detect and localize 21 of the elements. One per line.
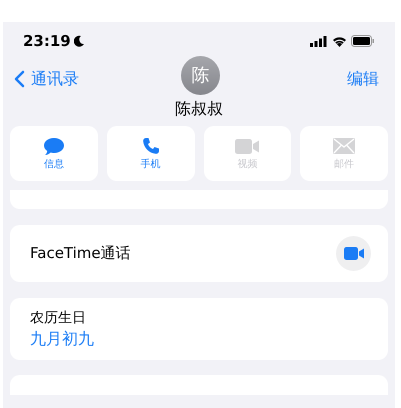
signal-icon <box>310 36 328 46</box>
back-chevron-icon <box>14 70 25 88</box>
moon-icon <box>74 35 85 47</box>
action-button[interactable]: 信息 <box>10 126 98 181</box>
battery-icon <box>351 35 375 47</box>
edit-link[interactable]: 编辑 <box>347 67 379 91</box>
speech-bubble-icon <box>42 136 65 156</box>
field-label: 农历生日 <box>30 309 87 328</box>
video-camera-icon <box>344 247 364 260</box>
envelope-icon <box>333 138 356 154</box>
back-link[interactable]: 通讯录 <box>14 67 79 91</box>
phone-icon <box>142 137 160 155</box>
field-value: 九月初九 <box>30 328 95 350</box>
facetime-label: FaceTime通话 <box>30 243 132 264</box>
contact-name: 陈叔叔 <box>174 99 224 119</box>
wifi-icon <box>332 36 347 46</box>
video-call-button[interactable] <box>336 236 371 271</box>
avatar: 陈 <box>181 56 220 95</box>
status-time: 23:19 <box>23 30 71 52</box>
video-camera-icon <box>235 138 260 154</box>
action-button[interactable]: 手机 <box>106 126 194 181</box>
